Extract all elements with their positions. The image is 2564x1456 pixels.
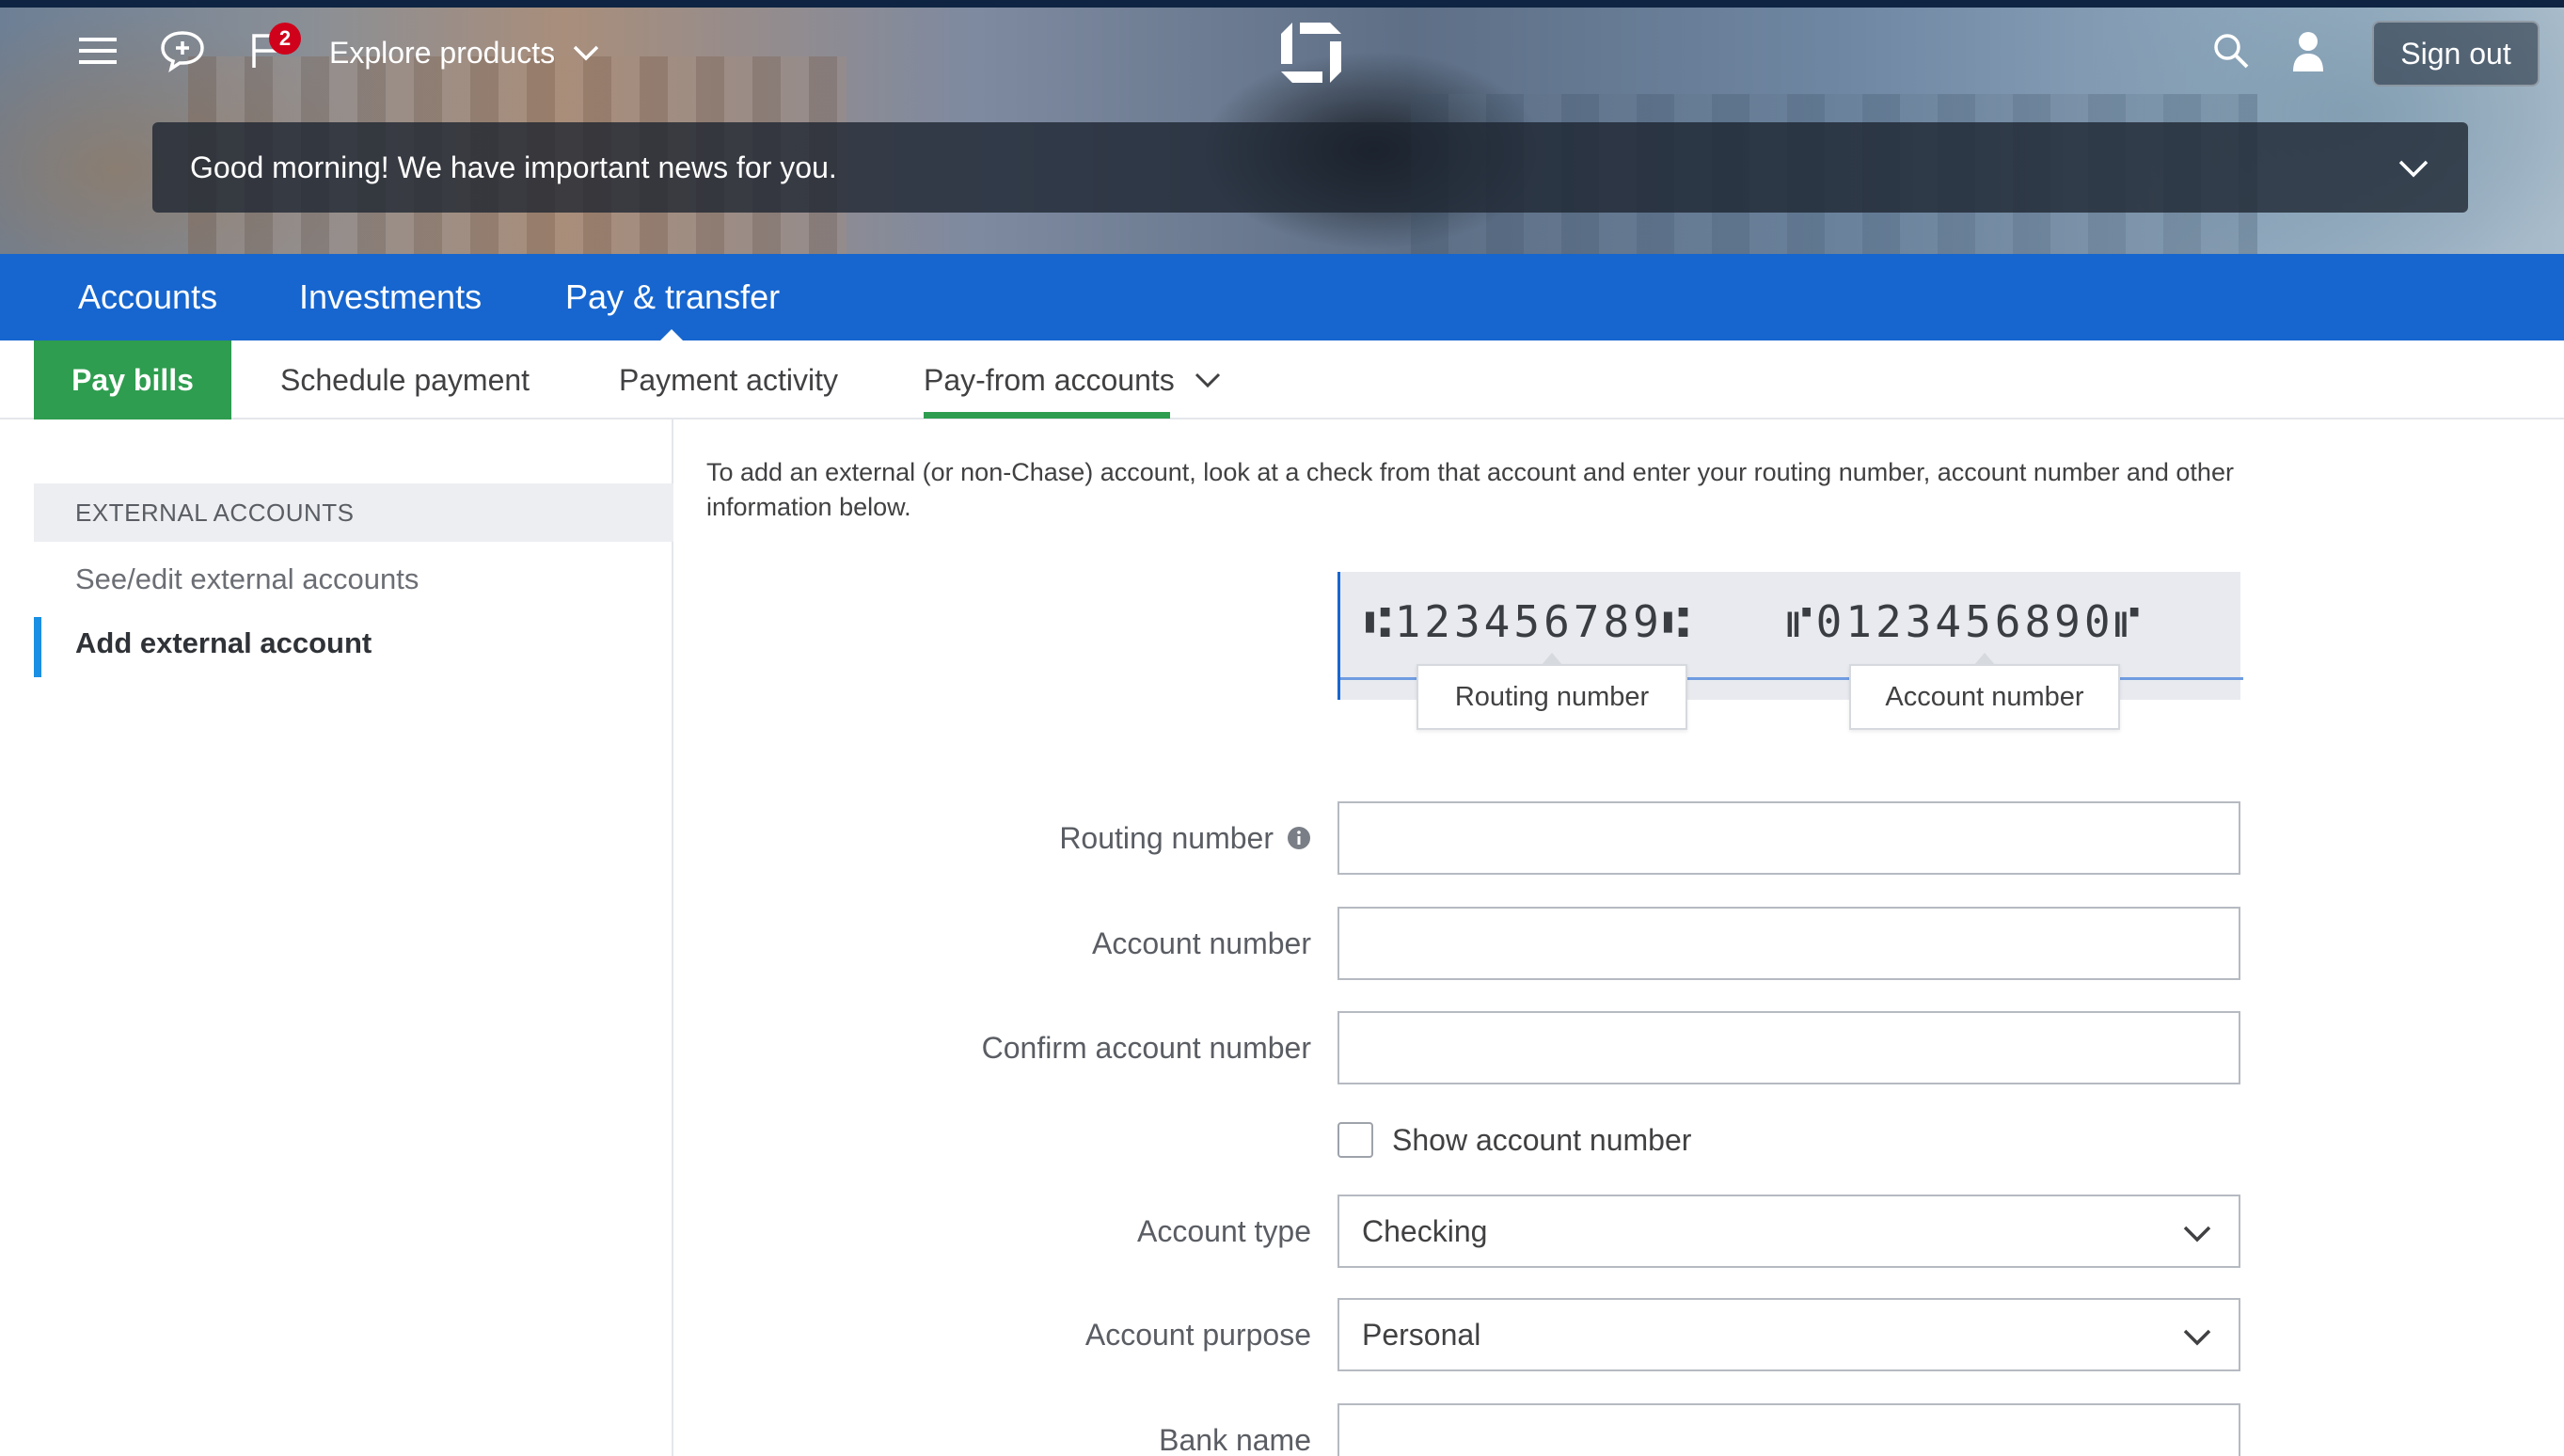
account-number-callout: Account number — [1849, 653, 2120, 730]
show-account-number-row: Show account number — [1337, 1119, 1691, 1161]
secondary-nav: Pay bills Schedule payment Payment activ… — [0, 340, 2564, 419]
account-type-select[interactable]: Checking — [1337, 1195, 2240, 1268]
account-number-row: Account number — [673, 907, 2564, 980]
menu-icon[interactable] — [73, 26, 122, 75]
selected-tab-underline — [924, 412, 1170, 419]
user-icon[interactable] — [2284, 26, 2333, 75]
account-type-label: Account type — [1137, 1213, 1311, 1248]
news-message: Good morning! We have important news for… — [190, 150, 837, 184]
nav-pay-transfer[interactable]: Pay & transfer — [565, 254, 780, 340]
chevron-down-icon — [1195, 372, 1220, 388]
routing-number-input[interactable] — [1337, 801, 2240, 875]
account-purpose-row: Account purpose Personal — [673, 1298, 2564, 1371]
intro-text: To add an external (or non-Chase) accoun… — [706, 458, 2234, 521]
bank-name-row: Bank name — [673, 1403, 2564, 1456]
tab-pay-from-accounts-label: Pay-from accounts — [924, 362, 1175, 397]
chevron-down-icon — [2183, 1329, 2211, 1346]
chat-icon[interactable] — [158, 26, 207, 75]
search-icon[interactable] — [2207, 26, 2255, 75]
main-content: To add an external (or non-Chase) accoun… — [673, 419, 2564, 1456]
account-number-input[interactable] — [1337, 907, 2240, 980]
hero-banner: 2 Explore products Sign out Good morning… — [0, 0, 2564, 254]
confirm-account-number-label: Confirm account number — [981, 1030, 1311, 1065]
chase-logo-icon[interactable] — [1277, 19, 1345, 87]
routing-number-label-wrap: Routing number — [1059, 801, 1311, 875]
top-bar: 2 Explore products Sign out — [0, 0, 2564, 113]
routing-number-label: Routing number — [1059, 820, 1274, 855]
sign-out-button[interactable]: Sign out — [2372, 21, 2540, 87]
tab-pay-bills[interactable]: Pay bills — [34, 340, 231, 419]
explore-products-menu[interactable]: Explore products — [329, 32, 600, 73]
sidebar: EXTERNAL ACCOUNTS See/edit external acco… — [34, 419, 673, 1456]
tab-pay-from-accounts[interactable]: Pay-from accounts — [924, 340, 1222, 419]
account-number-label: Account number — [1091, 926, 1311, 960]
check-account-micr: ⑈0123456890⑈ — [1786, 596, 2145, 647]
chevron-down-icon — [2183, 1226, 2211, 1242]
explore-products-label: Explore products — [329, 35, 556, 70]
chevron-down-icon[interactable] — [2395, 150, 2432, 188]
sidebar-item-add-external-account[interactable]: Add external account — [75, 626, 372, 660]
notification-badge: 2 — [269, 23, 301, 55]
account-purpose-select[interactable]: Personal — [1337, 1298, 2240, 1371]
account-purpose-value: Personal — [1362, 1317, 1481, 1352]
sidebar-item-see-edit-external-accounts[interactable]: See/edit external accounts — [75, 562, 419, 596]
info-icon[interactable] — [1287, 826, 1311, 850]
routing-number-row: Routing number — [673, 801, 2564, 875]
show-account-number-label[interactable]: Show account number — [1392, 1123, 1691, 1158]
primary-nav: Accounts Investments Pay & transfer — [0, 254, 2564, 342]
bank-name-label: Bank name — [1159, 1422, 1311, 1456]
bank-name-input[interactable] — [1337, 1403, 2240, 1456]
account-purpose-label: Account purpose — [1084, 1317, 1311, 1352]
nav-accounts[interactable]: Accounts — [78, 254, 217, 340]
confirm-account-number-input[interactable] — [1337, 1011, 2240, 1084]
check-routing-micr: ⑆123456789⑆ — [1365, 596, 1693, 647]
chevron-down-icon — [573, 45, 599, 61]
show-account-number-checkbox[interactable] — [1337, 1122, 1373, 1158]
account-type-value: Checking — [1362, 1213, 1488, 1248]
tab-payment-activity[interactable]: Payment activity — [619, 340, 838, 419]
account-type-row: Account type Checking — [673, 1195, 2564, 1268]
nav-investments[interactable]: Investments — [299, 254, 482, 340]
confirm-account-number-row: Confirm account number — [673, 1011, 2564, 1084]
news-banner[interactable]: Good morning! We have important news for… — [152, 122, 2468, 213]
routing-number-callout: Routing number — [1417, 653, 1687, 730]
sidebar-active-indicator — [34, 617, 41, 677]
sidebar-heading: EXTERNAL ACCOUNTS — [34, 483, 673, 542]
tab-schedule-payment[interactable]: Schedule payment — [280, 340, 530, 419]
